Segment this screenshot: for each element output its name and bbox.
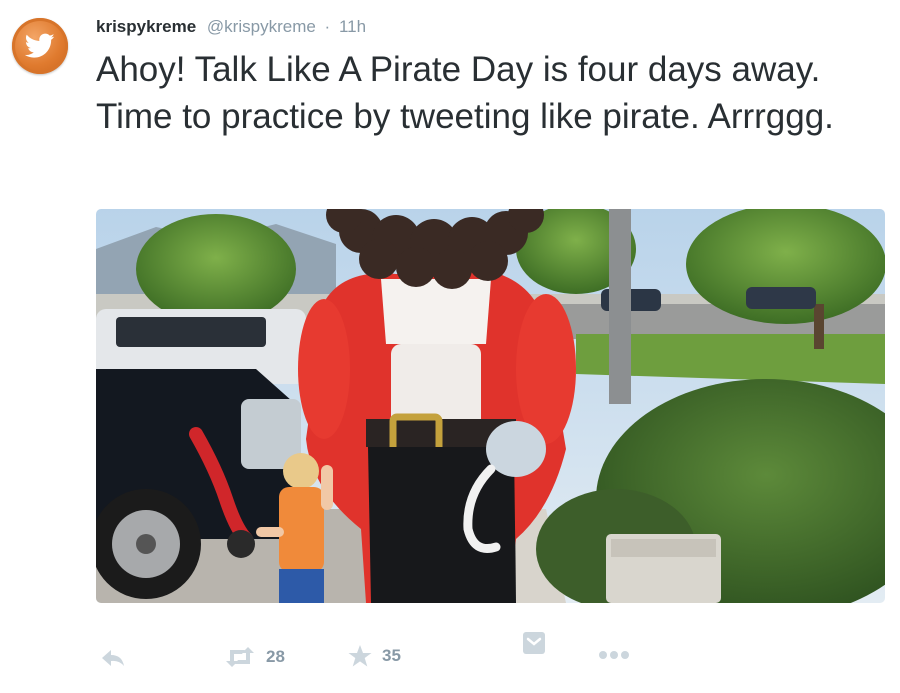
user-handle[interactable]: @krispykreme [207, 17, 316, 36]
favorite-count: 35 [382, 646, 401, 665]
separator: · [324, 17, 331, 36]
tweet: krispykreme @krispykreme · 11h Ahoy! Tal… [0, 0, 900, 693]
tweet-photo[interactable] [96, 209, 885, 603]
timestamp[interactable]: 11h [339, 17, 366, 36]
tweet-header: krispykreme @krispykreme · 11h [96, 16, 366, 38]
star-icon [348, 645, 372, 667]
user-name[interactable]: krispykreme [96, 17, 196, 36]
pocket-icon [523, 632, 545, 654]
tweet-text: Ahoy! Talk Like A Pirate Day is four day… [96, 50, 834, 136]
pocket-button[interactable] [523, 632, 545, 654]
more-icon [599, 651, 629, 659]
retweet-button[interactable]: 28 [224, 647, 285, 667]
retweet-count: 28 [266, 647, 285, 666]
more-button[interactable] [598, 650, 630, 660]
reply-button[interactable] [100, 648, 126, 668]
twitter-bird-icon [25, 33, 55, 58]
avatar[interactable] [12, 18, 68, 74]
retweet-icon [226, 647, 254, 667]
favorite-button[interactable]: 35 [348, 644, 401, 668]
tweet-actions: 28 35 [0, 630, 900, 680]
reply-icon [102, 650, 124, 666]
